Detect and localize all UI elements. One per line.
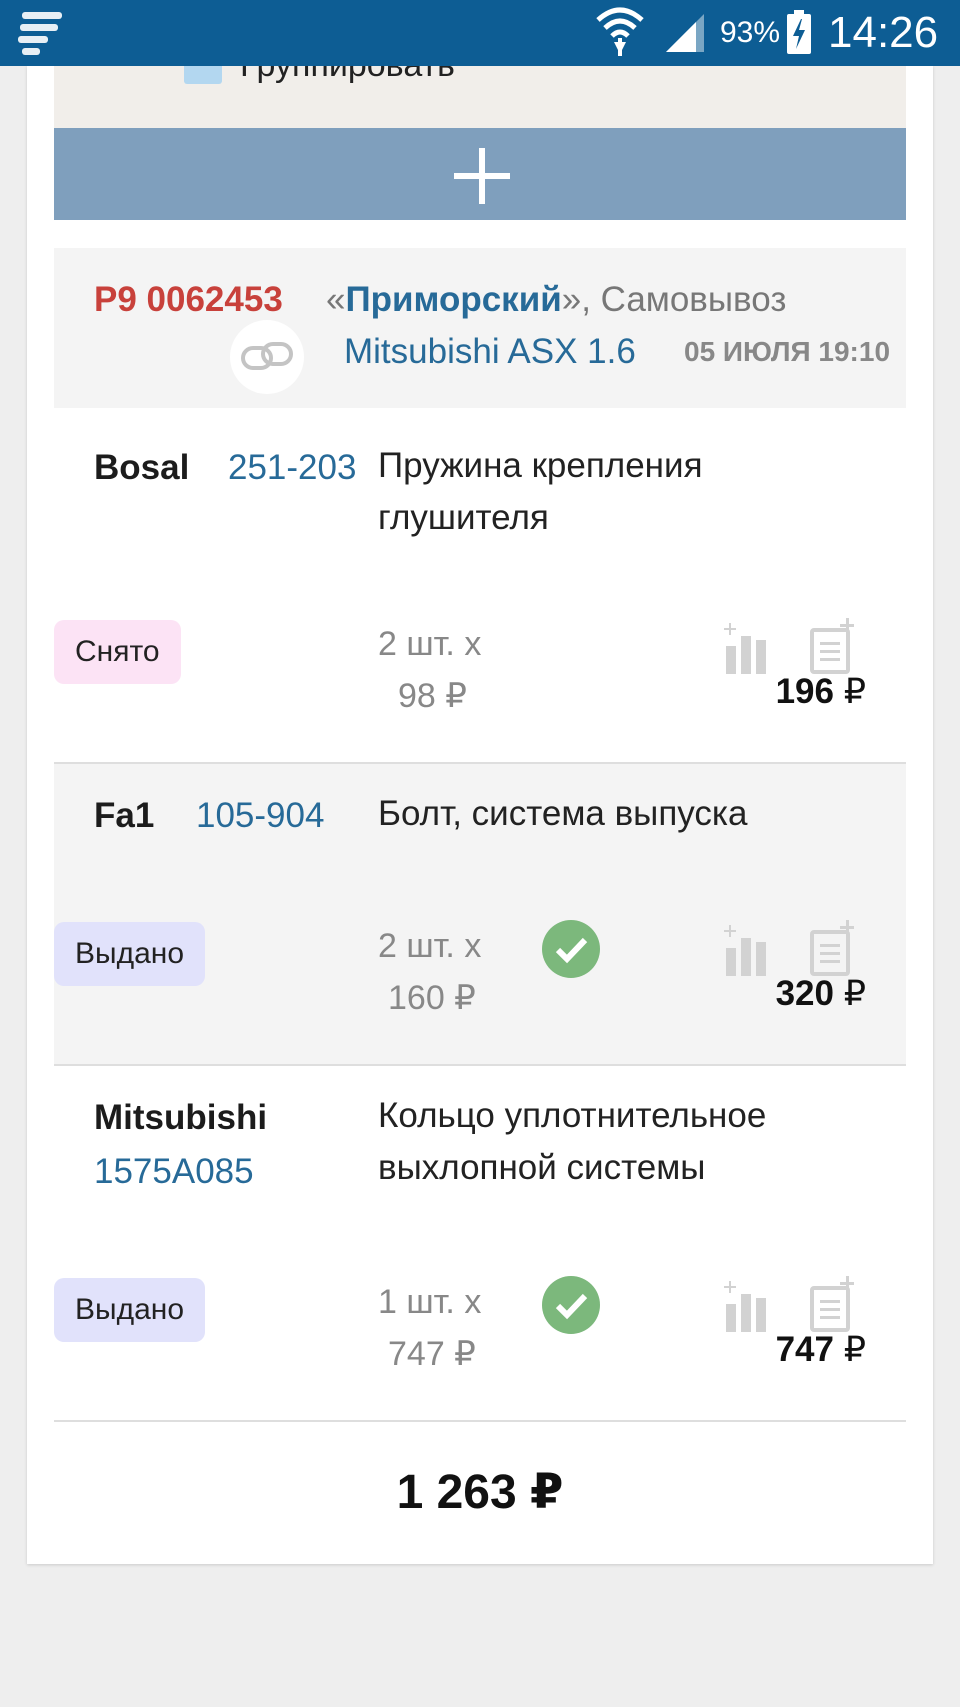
item-code[interactable]: 1575A085 <box>94 1152 254 1192</box>
item-total: 747 ₽ <box>775 1330 866 1369</box>
status-bar: 93% 14:26 <box>0 0 960 66</box>
status-badge: Выдано <box>54 922 206 986</box>
add-chart-icon[interactable] <box>724 1278 772 1332</box>
plus-icon <box>454 148 510 204</box>
item-total: 320 ₽ <box>775 974 866 1013</box>
clock: 14:26 <box>828 8 939 57</box>
item-unit-price: 160 ₽ <box>388 979 476 1017</box>
item-total: 196 ₽ <box>775 672 866 711</box>
add-note-icon[interactable] <box>810 618 858 674</box>
signal-icon <box>666 14 704 52</box>
item-brand: Mitsubishi <box>94 1098 268 1137</box>
item-description: Пружина крепления глушителя <box>378 446 703 537</box>
order-number: Р9 0062453 <box>94 280 283 319</box>
order-card: Группировать Р9 0062453 «Приморский», Са… <box>27 66 933 1564</box>
item-unit-price: 98 ₽ <box>398 677 467 715</box>
check-circle-icon <box>542 920 600 978</box>
item-quantity: 1 шт. x <box>378 1283 482 1321</box>
item-quantity: 2 шт. x <box>378 625 482 663</box>
group-checkbox[interactable] <box>184 66 222 84</box>
order-store[interactable]: «Приморский», Самовывоз <box>326 280 786 320</box>
app-logo-icon <box>18 12 62 55</box>
item-code[interactable]: 105-904 <box>196 796 324 836</box>
grand-total: 1 263 ₽ <box>396 1466 564 1519</box>
group-option[interactable]: Группировать <box>54 66 906 128</box>
car-model[interactable]: Mitsubishi ASX 1.6 <box>344 332 636 372</box>
group-label: Группировать <box>240 66 455 85</box>
check-circle-icon <box>542 1276 600 1334</box>
link-icon <box>241 342 293 370</box>
add-chart-icon[interactable] <box>724 922 772 976</box>
item-quantity: 2 шт. x <box>378 927 482 965</box>
divider <box>54 1420 906 1422</box>
order-item: Bosal 251-203 Пружина крепления глушител… <box>54 408 906 764</box>
wifi-icon <box>596 7 644 56</box>
add-note-icon[interactable] <box>810 920 858 976</box>
item-unit-price: 747 ₽ <box>388 1335 476 1373</box>
item-description: Кольцо уплотнительное выхлопной системы <box>378 1096 767 1187</box>
battery-percent: 93% <box>720 16 781 49</box>
status-badge: Снято <box>54 620 181 684</box>
status-badge: Выдано <box>54 1278 206 1342</box>
add-chart-icon[interactable] <box>724 620 772 674</box>
item-description: Болт, система выпуска <box>378 794 748 833</box>
battery-charging-icon <box>787 10 811 54</box>
item-brand: Fa1 <box>94 796 155 835</box>
order-item: Fa1 105-904 Болт, система выпуска Выдано… <box>54 764 906 1066</box>
item-code[interactable]: 251-203 <box>228 448 356 488</box>
order-item: Mitsubishi 1575A085 Кольцо уплотнительно… <box>54 1066 906 1422</box>
order-date: 05 ИЮЛЯ 19:10 <box>684 336 891 367</box>
add-note-icon[interactable] <box>810 1276 858 1332</box>
item-brand: Bosal <box>94 448 190 487</box>
link-icon-button[interactable] <box>230 320 304 394</box>
order-header[interactable]: Р9 0062453 «Приморский», Самовывоз Mitsu… <box>54 248 906 408</box>
store-name: Приморский <box>345 280 562 319</box>
add-button[interactable] <box>54 128 906 220</box>
